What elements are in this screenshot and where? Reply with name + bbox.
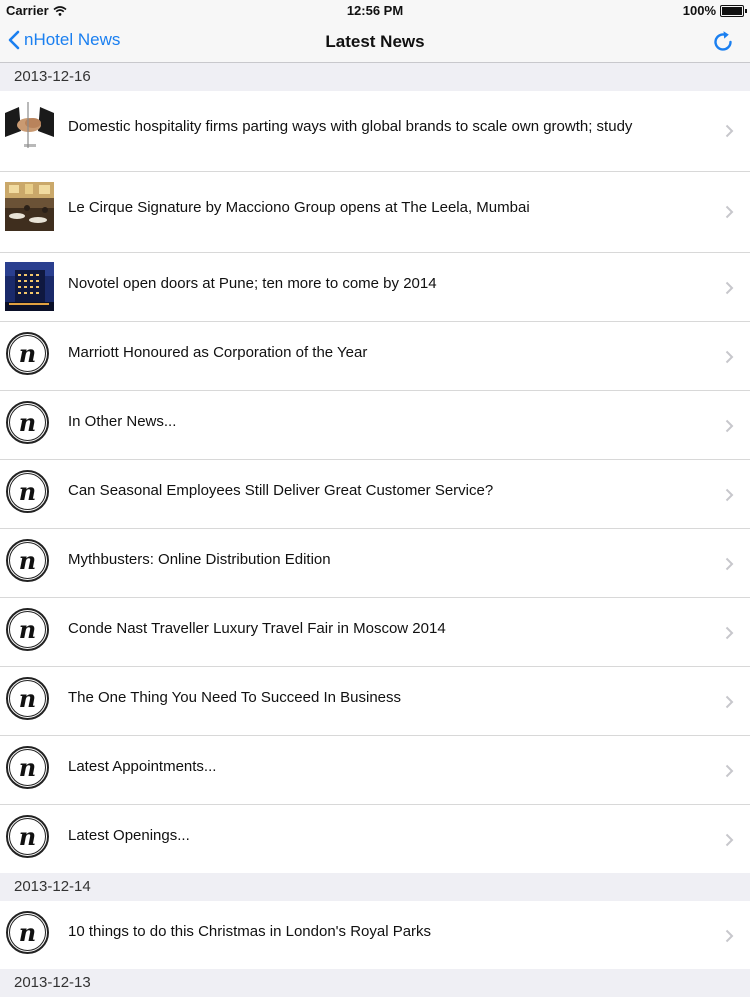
news-title: Domestic hospitality firms parting ways … [68, 118, 633, 135]
news-title: Mythbusters: Online Distribution Edition [68, 551, 331, 568]
news-row[interactable]: n Marriott Honoured as Corporation of th… [0, 322, 750, 391]
nhotel-logo-icon: n [6, 401, 49, 444]
news-title: In Other News... [68, 413, 177, 430]
news-title: Novotel open doors at Pune; ten more to … [68, 275, 437, 292]
nhotel-logo-thumbnail: n [5, 676, 54, 725]
news-row[interactable]: n Can Seasonal Employees Still Deliver G… [0, 460, 750, 529]
section-header-date: 2013-12-16 [0, 63, 750, 91]
battery-status: 100% [682, 3, 747, 18]
news-title: Latest Appointments... [68, 758, 217, 775]
nhotel-logo-icon: n [6, 470, 49, 513]
chevron-right-icon [725, 124, 734, 138]
status-time: 12:56 PM [346, 3, 404, 18]
news-row[interactable]: Novotel open doors at Pune; ten more to … [0, 253, 750, 322]
news-title: Le Cirque Signature by Macciono Group op… [68, 199, 530, 216]
chevron-right-icon [725, 929, 734, 943]
restaurant-photo [5, 182, 54, 231]
news-row[interactable]: n 10 things to do this Christmas in Lond… [0, 901, 750, 969]
restaurant-thumbnail [5, 182, 54, 231]
navigation-bar: nHotel News Latest News [0, 22, 750, 63]
news-title: Marriott Honoured as Corporation of the … [68, 344, 368, 361]
news-row[interactable]: n Latest Appointments... [0, 736, 750, 805]
section-header-date: 2013-12-14 [0, 873, 750, 901]
nhotel-logo-icon: n [6, 746, 49, 789]
chevron-right-icon [725, 764, 734, 778]
chevron-right-icon [725, 488, 734, 502]
hotel-night-photo [5, 262, 54, 311]
nhotel-logo-thumbnail: n [5, 400, 54, 449]
chevron-right-icon [725, 695, 734, 709]
news-title: Can Seasonal Employees Still Deliver Gre… [68, 482, 494, 499]
hotel-thumbnail [5, 262, 54, 311]
nhotel-logo-thumbnail: n [5, 607, 54, 656]
news-title: Conde Nast Traveller Luxury Travel Fair … [68, 620, 446, 637]
chevron-right-icon [725, 205, 734, 219]
chevron-right-icon [725, 281, 734, 295]
status-bar: Carrier 12:56 PM 100% [0, 0, 750, 22]
section-header-date: 2013-12-13 [0, 969, 750, 997]
nhotel-logo-icon: n [6, 677, 49, 720]
nhotel-logo-icon: n [6, 608, 49, 651]
chevron-right-icon [725, 350, 734, 364]
nhotel-logo-thumbnail: n [5, 538, 54, 587]
news-row[interactable]: n Latest Openings... [0, 805, 750, 873]
news-row[interactable]: n In Other News... [0, 391, 750, 460]
nhotel-logo-thumbnail: n [5, 331, 54, 380]
chevron-right-icon [725, 419, 734, 433]
nhotel-logo-thumbnail: n [5, 469, 54, 518]
battery-percent: 100% [682, 3, 716, 18]
news-row[interactable]: n The One Thing You Need To Succeed In B… [0, 667, 750, 736]
chevron-right-icon [725, 626, 734, 640]
chevron-right-icon [725, 833, 734, 847]
news-row[interactable]: n Conde Nast Traveller Luxury Travel Fai… [0, 598, 750, 667]
nhotel-logo-thumbnail: n [5, 910, 54, 959]
page-title: Latest News [325, 32, 425, 51]
news-row[interactable]: Domestic hospitality firms parting ways … [0, 91, 750, 172]
news-title: Latest Openings... [68, 827, 190, 844]
nhotel-logo-thumbnail: n [5, 814, 54, 863]
nhotel-logo-icon: n [6, 332, 49, 375]
chevron-right-icon [725, 557, 734, 571]
battery-icon [720, 4, 747, 17]
news-list: 2013-12-16 Domestic hospitality firms pa… [0, 63, 750, 997]
handshake-photo [5, 101, 54, 150]
nhotel-logo-icon: n [6, 815, 49, 858]
nhotel-logo-icon: n [6, 911, 49, 954]
news-title: The One Thing You Need To Succeed In Bus… [68, 689, 402, 706]
news-row[interactable]: Le Cirque Signature by Macciono Group op… [0, 172, 750, 253]
refresh-icon[interactable] [710, 29, 736, 55]
news-row[interactable]: n Mythbusters: Online Distribution Editi… [0, 529, 750, 598]
handshake-thumbnail [5, 101, 54, 150]
nhotel-logo-icon: n [6, 539, 49, 582]
nhotel-logo-thumbnail: n [5, 745, 54, 794]
news-title: 10 things to do this Christmas in London… [68, 923, 432, 940]
